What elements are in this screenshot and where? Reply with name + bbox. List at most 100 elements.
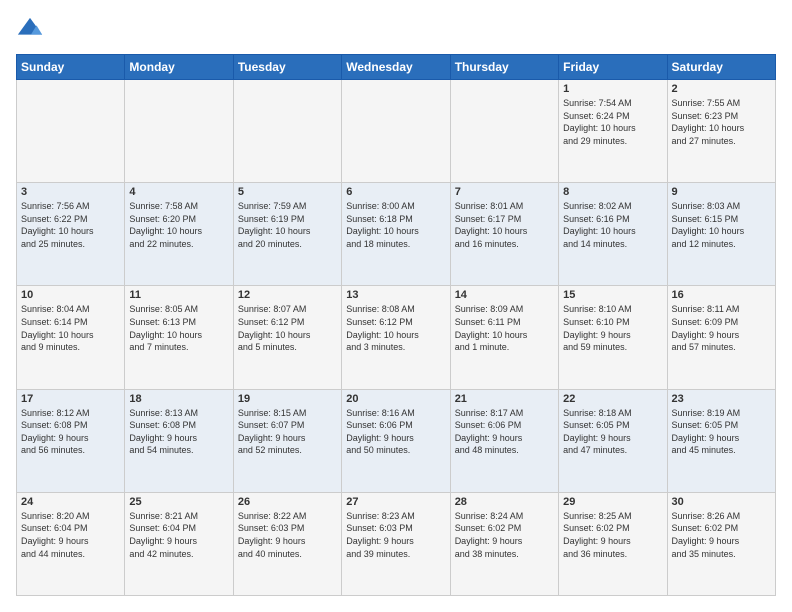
day-number: 18 bbox=[129, 393, 228, 405]
day-info: Sunrise: 8:03 AM Sunset: 6:15 PM Dayligh… bbox=[672, 200, 771, 250]
calendar-cell bbox=[233, 80, 341, 183]
calendar-cell: 17 Sunrise: 8:12 AM Sunset: 6:08 PM Dayli… bbox=[17, 389, 125, 492]
day-number: 17 bbox=[21, 393, 120, 405]
day-info: Sunrise: 7:54 AM Sunset: 6:24 PM Dayligh… bbox=[563, 97, 662, 147]
day-info: Sunrise: 8:16 AM Sunset: 6:06 PM Dayligh… bbox=[346, 407, 445, 457]
day-number: 12 bbox=[238, 289, 337, 301]
calendar-cell: 26 Sunrise: 8:22 AM Sunset: 6:03 PM Dayli… bbox=[233, 492, 341, 595]
day-info: Sunrise: 7:59 AM Sunset: 6:19 PM Dayligh… bbox=[238, 200, 337, 250]
calendar-week-row: 24 Sunrise: 8:20 AM Sunset: 6:04 PM Dayli… bbox=[17, 492, 776, 595]
day-number: 29 bbox=[563, 496, 662, 508]
day-number: 30 bbox=[672, 496, 771, 508]
day-number: 24 bbox=[21, 496, 120, 508]
day-info: Sunrise: 8:26 AM Sunset: 6:02 PM Dayligh… bbox=[672, 510, 771, 560]
day-info: Sunrise: 8:19 AM Sunset: 6:05 PM Dayligh… bbox=[672, 407, 771, 457]
day-number: 25 bbox=[129, 496, 228, 508]
day-info: Sunrise: 8:18 AM Sunset: 6:05 PM Dayligh… bbox=[563, 407, 662, 457]
day-number: 8 bbox=[563, 186, 662, 198]
day-of-week-header: Monday bbox=[125, 55, 233, 80]
day-info: Sunrise: 8:00 AM Sunset: 6:18 PM Dayligh… bbox=[346, 200, 445, 250]
day-number: 4 bbox=[129, 186, 228, 198]
day-number: 11 bbox=[129, 289, 228, 301]
logo-icon bbox=[16, 16, 44, 44]
calendar-cell: 21 Sunrise: 8:17 AM Sunset: 6:06 PM Dayli… bbox=[450, 389, 558, 492]
calendar-cell: 28Sunrise: 8:24 AM Sunset: 6:02 PM Dayli… bbox=[450, 492, 558, 595]
day-of-week-header: Saturday bbox=[667, 55, 775, 80]
day-number: 21 bbox=[455, 393, 554, 405]
day-info: Sunrise: 8:01 AM Sunset: 6:17 PM Dayligh… bbox=[455, 200, 554, 250]
day-info: Sunrise: 7:56 AM Sunset: 6:22 PM Dayligh… bbox=[21, 200, 120, 250]
calendar-cell: 20 Sunrise: 8:16 AM Sunset: 6:06 PM Dayli… bbox=[342, 389, 450, 492]
day-info: Sunrise: 8:22 AM Sunset: 6:03 PM Dayligh… bbox=[238, 510, 337, 560]
day-info: Sunrise: 8:10 AM Sunset: 6:10 PM Dayligh… bbox=[563, 303, 662, 353]
calendar-cell: 24 Sunrise: 8:20 AM Sunset: 6:04 PM Dayli… bbox=[17, 492, 125, 595]
day-number: 2 bbox=[672, 83, 771, 95]
day-info: Sunrise: 8:13 AM Sunset: 6:08 PM Dayligh… bbox=[129, 407, 228, 457]
calendar-cell: 5 Sunrise: 7:59 AM Sunset: 6:19 PM Daylig… bbox=[233, 183, 341, 286]
day-number: 26 bbox=[238, 496, 337, 508]
day-info: Sunrise: 7:55 AM Sunset: 6:23 PM Dayligh… bbox=[672, 97, 771, 147]
day-info: Sunrise: 7:58 AM Sunset: 6:20 PM Dayligh… bbox=[129, 200, 228, 250]
calendar-cell: 27 Sunrise: 8:23 AM Sunset: 6:03 PM Dayli… bbox=[342, 492, 450, 595]
day-number: 1 bbox=[563, 83, 662, 95]
day-info: Sunrise: 8:21 AM Sunset: 6:04 PM Dayligh… bbox=[129, 510, 228, 560]
day-info: Sunrise: 8:11 AM Sunset: 6:09 PM Dayligh… bbox=[672, 303, 771, 353]
day-number: 20 bbox=[346, 393, 445, 405]
calendar-cell: 10 Sunrise: 8:04 AM Sunset: 6:14 PM Dayli… bbox=[17, 286, 125, 389]
page: SundayMondayTuesdayWednesdayThursdayFrid… bbox=[0, 0, 792, 612]
day-info: Sunrise: 8:12 AM Sunset: 6:08 PM Dayligh… bbox=[21, 407, 120, 457]
day-info: Sunrise: 8:09 AM Sunset: 6:11 PM Dayligh… bbox=[455, 303, 554, 353]
day-info: Sunrise: 8:25 AM Sunset: 6:02 PM Dayligh… bbox=[563, 510, 662, 560]
day-number: 5 bbox=[238, 186, 337, 198]
day-number: 7 bbox=[455, 186, 554, 198]
calendar-cell bbox=[450, 80, 558, 183]
calendar-cell bbox=[342, 80, 450, 183]
day-info: Sunrise: 8:02 AM Sunset: 6:16 PM Dayligh… bbox=[563, 200, 662, 250]
calendar-cell: 12 Sunrise: 8:07 AM Sunset: 6:12 PM Dayli… bbox=[233, 286, 341, 389]
calendar-cell bbox=[125, 80, 233, 183]
calendar-week-row: 17 Sunrise: 8:12 AM Sunset: 6:08 PM Dayli… bbox=[17, 389, 776, 492]
day-number: 10 bbox=[21, 289, 120, 301]
day-info: Sunrise: 8:15 AM Sunset: 6:07 PM Dayligh… bbox=[238, 407, 337, 457]
calendar-cell: 4 Sunrise: 7:58 AM Sunset: 6:20 PM Daylig… bbox=[125, 183, 233, 286]
day-number: 6 bbox=[346, 186, 445, 198]
day-number: 3 bbox=[21, 186, 120, 198]
calendar-cell: 1 Sunrise: 7:54 AM Sunset: 6:24 PM Daylig… bbox=[559, 80, 667, 183]
calendar-cell: 8 Sunrise: 8:02 AM Sunset: 6:16 PM Daylig… bbox=[559, 183, 667, 286]
header bbox=[16, 16, 776, 44]
calendar-cell bbox=[17, 80, 125, 183]
day-number: 22 bbox=[563, 393, 662, 405]
calendar-week-row: 10 Sunrise: 8:04 AM Sunset: 6:14 PM Dayli… bbox=[17, 286, 776, 389]
calendar-cell: 29 Sunrise: 8:25 AM Sunset: 6:02 PM Dayli… bbox=[559, 492, 667, 595]
calendar-cell: 11 Sunrise: 8:05 AM Sunset: 6:13 PM Dayli… bbox=[125, 286, 233, 389]
day-number: 13 bbox=[346, 289, 445, 301]
calendar-cell: 6 Sunrise: 8:00 AM Sunset: 6:18 PM Daylig… bbox=[342, 183, 450, 286]
calendar-header-row: SundayMondayTuesdayWednesdayThursdayFrid… bbox=[17, 55, 776, 80]
day-of-week-header: Thursday bbox=[450, 55, 558, 80]
day-number: 27 bbox=[346, 496, 445, 508]
day-of-week-header: Tuesday bbox=[233, 55, 341, 80]
calendar-week-row: 3 Sunrise: 7:56 AM Sunset: 6:22 PM Daylig… bbox=[17, 183, 776, 286]
day-info: Sunrise: 8:05 AM Sunset: 6:13 PM Dayligh… bbox=[129, 303, 228, 353]
day-info: Sunrise: 8:23 AM Sunset: 6:03 PM Dayligh… bbox=[346, 510, 445, 560]
day-of-week-header: Friday bbox=[559, 55, 667, 80]
calendar-week-row: 1 Sunrise: 7:54 AM Sunset: 6:24 PM Daylig… bbox=[17, 80, 776, 183]
calendar-cell: 14Sunrise: 8:09 AM Sunset: 6:11 PM Dayli… bbox=[450, 286, 558, 389]
calendar-cell: 16 Sunrise: 8:11 AM Sunset: 6:09 PM Dayli… bbox=[667, 286, 775, 389]
calendar-cell: 19Sunrise: 8:15 AM Sunset: 6:07 PM Dayli… bbox=[233, 389, 341, 492]
day-info: Sunrise: 8:17 AM Sunset: 6:06 PM Dayligh… bbox=[455, 407, 554, 457]
calendar-cell: 30 Sunrise: 8:26 AM Sunset: 6:02 PM Dayli… bbox=[667, 492, 775, 595]
day-info: Sunrise: 8:07 AM Sunset: 6:12 PM Dayligh… bbox=[238, 303, 337, 353]
day-of-week-header: Sunday bbox=[17, 55, 125, 80]
calendar-cell: 22 Sunrise: 8:18 AM Sunset: 6:05 PM Dayli… bbox=[559, 389, 667, 492]
calendar-cell: 23 Sunrise: 8:19 AM Sunset: 6:05 PM Dayli… bbox=[667, 389, 775, 492]
calendar: SundayMondayTuesdayWednesdayThursdayFrid… bbox=[16, 54, 776, 596]
day-number: 16 bbox=[672, 289, 771, 301]
day-number: 9 bbox=[672, 186, 771, 198]
day-info: Sunrise: 8:04 AM Sunset: 6:14 PM Dayligh… bbox=[21, 303, 120, 353]
calendar-cell: 15Sunrise: 8:10 AM Sunset: 6:10 PM Dayli… bbox=[559, 286, 667, 389]
day-info: Sunrise: 8:20 AM Sunset: 6:04 PM Dayligh… bbox=[21, 510, 120, 560]
day-number: 23 bbox=[672, 393, 771, 405]
calendar-cell: 18 Sunrise: 8:13 AM Sunset: 6:08 PM Dayli… bbox=[125, 389, 233, 492]
calendar-body: 1 Sunrise: 7:54 AM Sunset: 6:24 PM Daylig… bbox=[17, 80, 776, 596]
